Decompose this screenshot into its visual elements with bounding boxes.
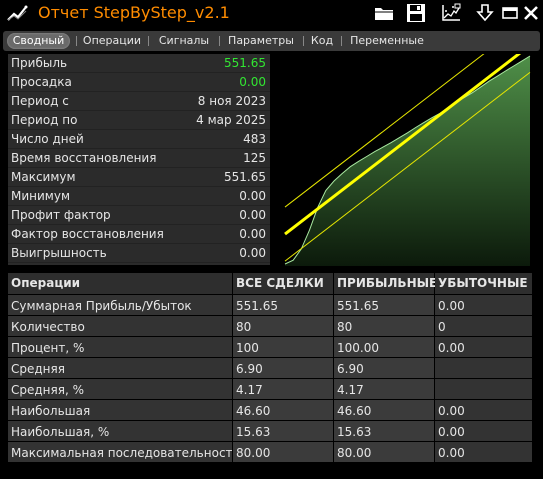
download-icon[interactable]	[474, 3, 496, 23]
window-title: Отчет StepByStep_v2.1	[38, 3, 230, 22]
save-icon[interactable]	[405, 3, 427, 23]
stat-row-period-from: Период с 8 ноя 2023	[8, 92, 270, 111]
stat-row-profit: Прибыль 551.65	[8, 54, 270, 73]
stat-row-profit-factor: Профит фактор 0.00	[8, 206, 270, 225]
table-cell: 0.00	[435, 421, 532, 441]
app-logo-icon	[7, 5, 28, 21]
stat-label: Просадка	[11, 75, 72, 89]
table-cell: 15.63	[334, 421, 434, 441]
stat-value: 4 мар 2025	[196, 113, 266, 127]
tab-separator	[219, 36, 220, 46]
stat-label: Фактор восстановления	[11, 227, 164, 241]
tab-bar: Сводный Операции Сигналы Параметры Код П…	[3, 31, 540, 51]
stat-value: 551.65	[224, 170, 266, 184]
stat-label: Максимум	[11, 170, 76, 184]
tab-operations[interactable]: Операции	[80, 33, 144, 49]
equity-area	[285, 56, 530, 266]
tab-code[interactable]: Код	[307, 33, 337, 49]
stat-value: 0.00	[239, 189, 266, 203]
stat-row-recovery-factor: Фактор восстановления 0.00	[8, 225, 270, 244]
table-cell: 46.60	[334, 400, 434, 420]
stat-label: Минимум	[11, 189, 71, 203]
table-cell: 0.00	[435, 337, 532, 357]
stat-value: 0.00	[239, 246, 266, 260]
stat-label: Период по	[11, 113, 78, 127]
table-header-cell[interactable]: Операции	[8, 273, 232, 294]
title-bar: Отчет StepByStep_v2.1	[0, 0, 543, 27]
table-cell: 0.00	[435, 400, 532, 420]
stat-row-drawdown: Просадка 0.00	[8, 73, 270, 92]
table-cell: Количество	[8, 316, 232, 336]
table-cell: 80	[334, 316, 434, 336]
stat-value: 551.65	[224, 56, 266, 70]
folder-icon[interactable]	[373, 3, 395, 23]
stat-label: Профит фактор	[11, 208, 111, 222]
stat-value: 483	[243, 132, 266, 146]
stat-value: 0.00	[239, 227, 266, 241]
table-cell: 6.90	[233, 358, 333, 378]
table-cell: 46.60	[233, 400, 333, 420]
tab-separator	[341, 36, 342, 46]
stat-value: 125	[243, 151, 266, 165]
chart-export-icon[interactable]	[440, 3, 462, 23]
tab-separator	[76, 36, 77, 46]
stat-value: 0.00	[239, 75, 266, 89]
table-cell	[435, 379, 532, 399]
table-cell: Наибольшая	[8, 400, 232, 420]
table-header-cell[interactable]: ВСЕ СДЕЛКИ	[233, 273, 333, 294]
stat-value: 8 ноя 2023	[197, 94, 266, 108]
table-cell: 80	[233, 316, 333, 336]
table-cell: 4.17	[233, 379, 333, 399]
table-cell: Средняя, %	[8, 379, 232, 399]
stat-row-period-to: Период по 4 мар 2025	[8, 111, 270, 130]
tab-separator	[303, 36, 304, 46]
table-cell: 4.17	[334, 379, 434, 399]
summary-stats-panel: Прибыль 551.65 Просадка 0.00 Период с 8 …	[8, 54, 270, 265]
table-cell: 100.00	[334, 337, 434, 357]
table-cell: Суммарная Прибыль/Убыток	[8, 295, 232, 315]
table-cell: 0.00	[435, 295, 532, 315]
table-cell: Процент, %	[8, 337, 232, 357]
tab-signals[interactable]: Сигналы	[153, 33, 215, 49]
stat-label: Число дней	[11, 132, 84, 146]
table-cell: 15.63	[233, 421, 333, 441]
tab-variables[interactable]: Переменные	[347, 33, 427, 49]
table-cell	[435, 358, 532, 378]
operations-table: Операции ВСЕ СДЕЛКИ ПРИБЫЛЬНЫЕ УБЫТОЧНЫЕ Сум…	[8, 273, 533, 463]
table-cell: 551.65	[233, 295, 333, 315]
tab-parameters[interactable]: Параметры	[223, 33, 299, 49]
stat-row-recovery-time: Время восстановления 125	[8, 149, 270, 168]
table-cell: 80.00	[334, 442, 434, 462]
stat-label: Время восстановления	[11, 151, 157, 165]
minimize-icon[interactable]	[499, 3, 521, 23]
stat-row-minimum: Минимум 0.00	[8, 187, 270, 206]
tab-summary[interactable]: Сводный	[7, 33, 70, 49]
table-cell: Наибольшая, %	[8, 421, 232, 441]
table-cell: Максимальная последовательность	[8, 442, 232, 462]
stat-row-maximum: Максимум 551.65	[8, 168, 270, 187]
stat-row-win-rate: Выигрышность 0.00	[8, 244, 270, 263]
table-cell: 100	[233, 337, 333, 357]
table-header-cell[interactable]: ПРИБЫЛЬНЫЕ	[334, 273, 437, 294]
stat-label: Период с	[11, 94, 69, 108]
table-cell: 80.00	[233, 442, 333, 462]
table-header-cell[interactable]: УБЫТОЧНЫЕ	[435, 273, 532, 294]
tab-separator	[148, 36, 149, 46]
equity-chart	[272, 54, 533, 266]
table-cell: 0	[435, 316, 532, 336]
stat-row-days: Число дней 483	[8, 130, 270, 149]
table-cell: Средняя	[8, 358, 232, 378]
close-icon[interactable]	[520, 3, 542, 23]
table-cell: 0.00	[435, 442, 532, 462]
stat-label: Выигрышность	[11, 246, 107, 260]
stat-value: 0.00	[239, 208, 266, 222]
table-cell: 551.65	[334, 295, 434, 315]
stat-label: Прибыль	[11, 56, 68, 70]
table-cell: 6.90	[334, 358, 434, 378]
